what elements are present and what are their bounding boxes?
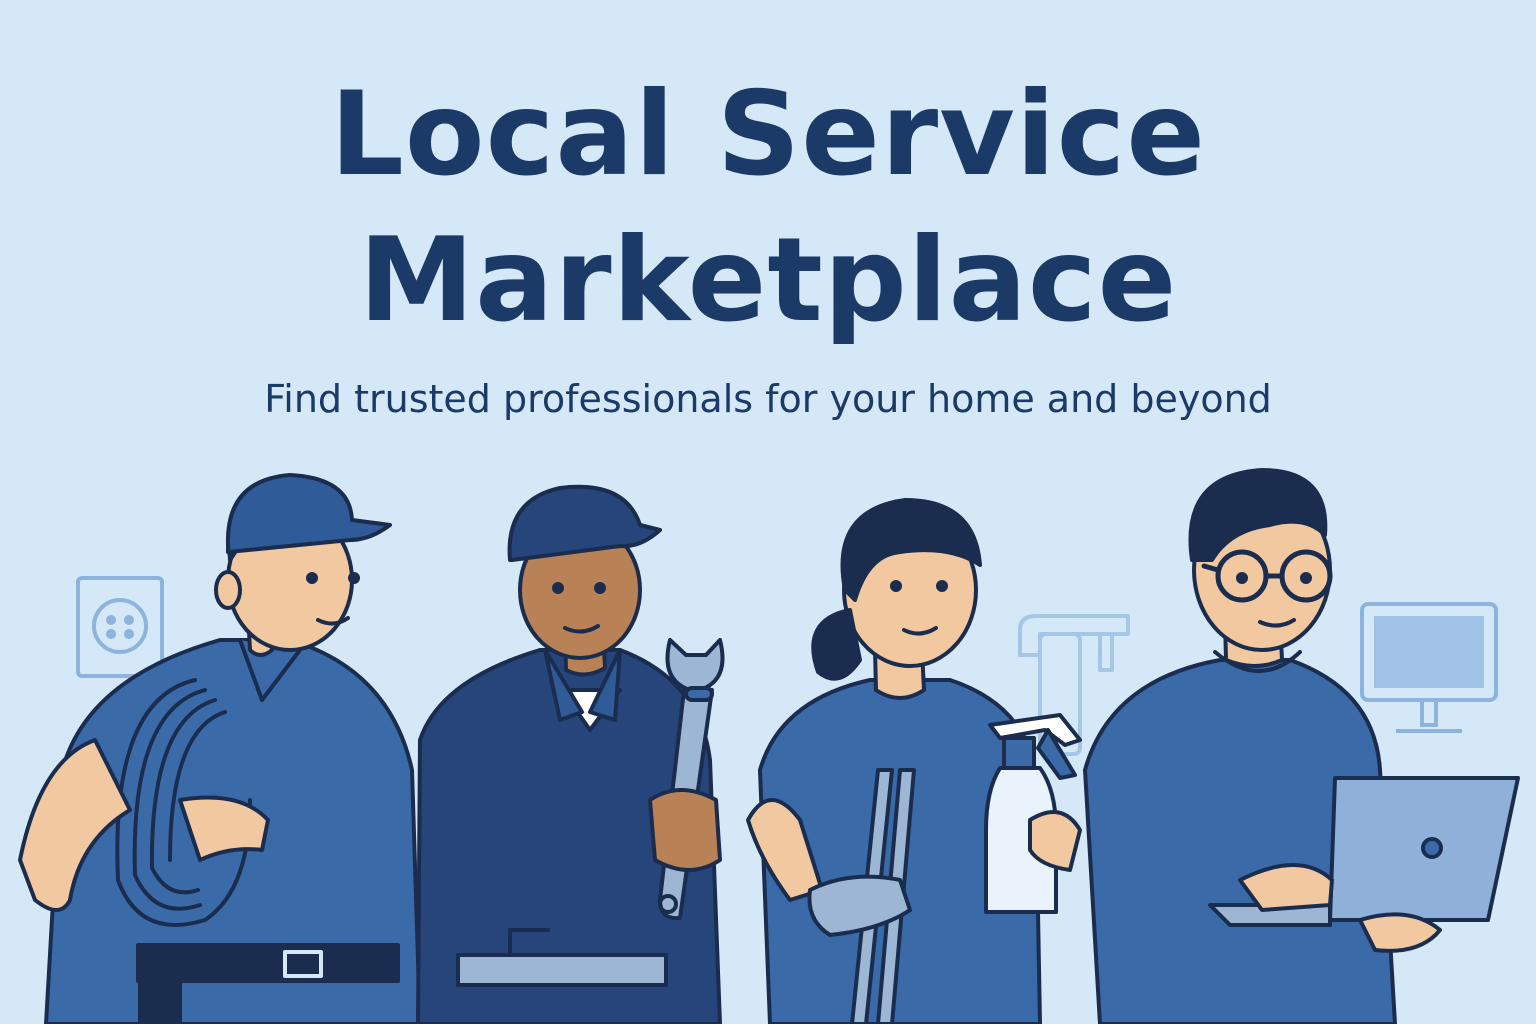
- plumber-figure: [416, 484, 725, 1024]
- power-outlet-icon: [76, 576, 164, 678]
- it-technician-figure: [1083, 468, 1520, 1024]
- electrician-figure: [18, 473, 422, 1024]
- monitor-icon: [1360, 602, 1498, 733]
- workers-illustration: [18, 468, 1520, 1024]
- cleaner-figure: [746, 498, 1082, 1024]
